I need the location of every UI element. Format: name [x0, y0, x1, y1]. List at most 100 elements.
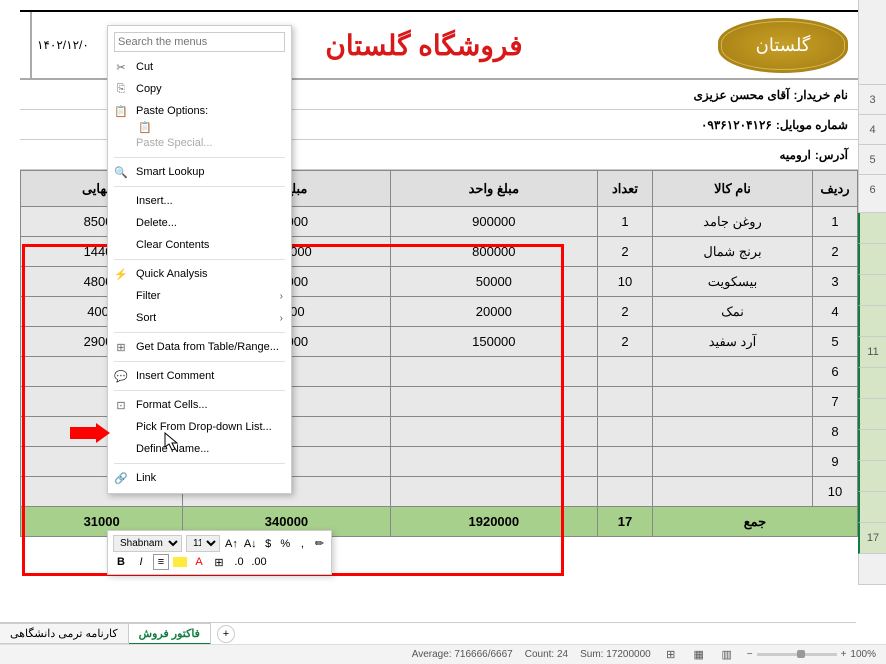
- cell-qty[interactable]: 2: [598, 297, 653, 327]
- row-header[interactable]: 11: [858, 337, 886, 368]
- cell-unit[interactable]: 150000: [390, 327, 597, 357]
- menu-search-input[interactable]: [114, 32, 285, 52]
- cell-n[interactable]: 10: [813, 477, 858, 507]
- fill-color-button[interactable]: [173, 557, 187, 567]
- cell-name[interactable]: آرد سفید: [653, 327, 813, 357]
- view-normal-button[interactable]: ⊞: [663, 647, 679, 663]
- cell-n[interactable]: 7: [813, 387, 858, 417]
- zoom-control[interactable]: − + 100%: [747, 649, 876, 660]
- cell-n[interactable]: 6: [813, 357, 858, 387]
- menu-search[interactable]: [114, 32, 285, 52]
- increase-decimal-button[interactable]: .00: [251, 554, 267, 570]
- menu-insert-comment[interactable]: 💬Insert Comment: [108, 365, 291, 387]
- menu-link[interactable]: 🔗Link: [108, 467, 291, 489]
- menu-clear[interactable]: Clear Contents: [108, 234, 291, 256]
- cell-n[interactable]: 3: [813, 267, 858, 297]
- cell-unit[interactable]: [390, 447, 597, 477]
- comma-button[interactable]: ,: [296, 536, 309, 552]
- row-header[interactable]: [858, 554, 886, 585]
- cell-qty[interactable]: 2: [598, 237, 653, 267]
- row-header[interactable]: [858, 399, 886, 430]
- percent-button[interactable]: %: [279, 536, 292, 552]
- menu-filter[interactable]: Filter›: [108, 285, 291, 307]
- menu-cut[interactable]: ✂Cut: [108, 56, 291, 78]
- currency-button[interactable]: $: [262, 536, 275, 552]
- cell-unit[interactable]: 800000: [390, 237, 597, 267]
- cell-unit[interactable]: 900000: [390, 207, 597, 237]
- row-header[interactable]: [858, 213, 886, 244]
- cell-name[interactable]: [653, 447, 813, 477]
- row-header[interactable]: 4: [858, 115, 886, 145]
- view-break-button[interactable]: ▥: [719, 647, 735, 663]
- cell-name[interactable]: [653, 477, 813, 507]
- cell-unit[interactable]: [390, 477, 597, 507]
- cell-n[interactable]: 4: [813, 297, 858, 327]
- cell-unit[interactable]: [390, 387, 597, 417]
- decrease-font-button[interactable]: A↓: [243, 536, 258, 552]
- bold-button[interactable]: B: [113, 554, 129, 570]
- tab-invoice[interactable]: فاکتور فروش: [128, 623, 211, 645]
- menu-insert[interactable]: Insert...: [108, 190, 291, 212]
- zoom-slider[interactable]: [757, 653, 837, 656]
- italic-button[interactable]: I: [133, 554, 149, 570]
- cell-qty[interactable]: [598, 357, 653, 387]
- cell-name[interactable]: بیسکویت: [653, 267, 813, 297]
- cell-name[interactable]: [653, 417, 813, 447]
- row-header[interactable]: 3: [858, 85, 886, 115]
- align-button[interactable]: ≡: [153, 554, 169, 570]
- cell-name[interactable]: روغن جامد: [653, 207, 813, 237]
- cell-n[interactable]: 9: [813, 447, 858, 477]
- cell-qty[interactable]: [598, 477, 653, 507]
- mini-toolbar[interactable]: Shabnam 11 A↑ A↓ $ % , ✏ B I ≡ A ⊞ .0 .0…: [107, 530, 332, 575]
- zoom-in-button[interactable]: +: [841, 649, 847, 660]
- cell-qty[interactable]: 10: [598, 267, 653, 297]
- cell-qty[interactable]: [598, 447, 653, 477]
- cell-qty[interactable]: [598, 387, 653, 417]
- font-select[interactable]: Shabnam: [113, 535, 182, 552]
- cell-name[interactable]: [653, 357, 813, 387]
- zoom-out-button[interactable]: −: [747, 649, 753, 660]
- format-painter-button[interactable]: ✏: [313, 536, 326, 552]
- increase-font-button[interactable]: A↑: [224, 536, 239, 552]
- row-header[interactable]: [858, 492, 886, 523]
- row-header[interactable]: [858, 306, 886, 337]
- row-header[interactable]: 6: [858, 175, 886, 213]
- cell-qty[interactable]: 1: [598, 207, 653, 237]
- row-header[interactable]: [858, 430, 886, 461]
- cell-unit[interactable]: [390, 357, 597, 387]
- cell-name[interactable]: برنج شمال: [653, 237, 813, 267]
- cell-name[interactable]: [653, 387, 813, 417]
- cell-unit[interactable]: [390, 417, 597, 447]
- menu-format-cells[interactable]: ⊡Format Cells...: [108, 394, 291, 416]
- row-header[interactable]: 17: [858, 523, 886, 554]
- menu-define-name[interactable]: Define Name...: [108, 438, 291, 460]
- menu-quick-analysis[interactable]: ⚡Quick Analysis: [108, 263, 291, 285]
- row-header[interactable]: [858, 461, 886, 492]
- menu-get-data[interactable]: ⊞Get Data from Table/Range...: [108, 336, 291, 358]
- menu-delete[interactable]: Delete...: [108, 212, 291, 234]
- decrease-decimal-button[interactable]: .0: [231, 554, 247, 570]
- cell-qty[interactable]: [598, 417, 653, 447]
- context-menu[interactable]: ✂Cut ⎘Copy 📋Paste Options: 📋 Paste Speci…: [107, 25, 292, 494]
- menu-pick-list[interactable]: Pick From Drop-down List...: [108, 416, 291, 438]
- row-header[interactable]: [858, 244, 886, 275]
- font-size-select[interactable]: 11: [186, 535, 220, 552]
- row-header[interactable]: [858, 275, 886, 306]
- tab-transcript[interactable]: کارنامه ترمی دانشگاهی: [0, 623, 129, 644]
- row-header[interactable]: [858, 0, 886, 85]
- cell-n[interactable]: 1: [813, 207, 858, 237]
- cell-unit[interactable]: 20000: [390, 297, 597, 327]
- font-color-button[interactable]: A: [191, 554, 207, 570]
- menu-copy[interactable]: ⎘Copy: [108, 78, 291, 100]
- row-header[interactable]: [858, 368, 886, 399]
- cell-n[interactable]: 8: [813, 417, 858, 447]
- cell-qty[interactable]: 2: [598, 327, 653, 357]
- border-button[interactable]: ⊞: [211, 554, 227, 570]
- menu-sort[interactable]: Sort›: [108, 307, 291, 329]
- menu-smart-lookup[interactable]: 🔍Smart Lookup: [108, 161, 291, 183]
- sheet-tabs[interactable]: + فاکتور فروش کارنامه ترمی دانشگاهی: [0, 622, 856, 644]
- cell-unit[interactable]: 50000: [390, 267, 597, 297]
- cell-n[interactable]: 2: [813, 237, 858, 267]
- add-sheet-button[interactable]: +: [217, 625, 235, 643]
- cell-n[interactable]: 5: [813, 327, 858, 357]
